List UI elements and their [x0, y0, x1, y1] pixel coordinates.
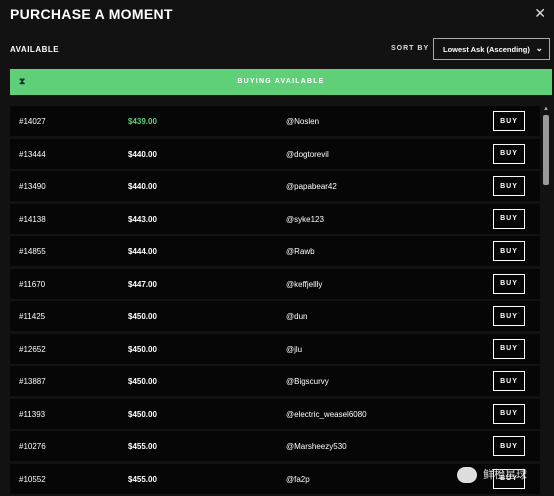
serial-number: #11425 [19, 312, 46, 321]
table-row: #12652 $450.00 @jlu BUY [10, 333, 540, 364]
serial-number: #13887 [19, 377, 46, 386]
username[interactable]: @dun [286, 312, 307, 321]
sort-select-value: Lowest Ask (Ascending) [443, 45, 530, 54]
sort-by-label: SORT BY [391, 45, 430, 52]
table-row: #14138 $443.00 @syke123 BUY [10, 203, 540, 234]
serial-number: #10552 [19, 474, 46, 484]
buy-button[interactable]: BUY [493, 273, 525, 294]
price: $450.00 [128, 377, 157, 386]
username[interactable]: @fa2p [286, 475, 310, 484]
available-label: AVAILABLE [10, 45, 60, 54]
buy-button[interactable]: BUY [493, 111, 525, 131]
price: $450.00 [128, 344, 157, 354]
price: $444.00 [128, 247, 157, 256]
price: $455.00 [128, 442, 157, 451]
chevron-down-icon: ⌄ [535, 43, 543, 53]
buy-button[interactable]: BUY [493, 436, 525, 456]
price: $450.00 [128, 312, 157, 321]
scroll-up-icon[interactable]: ▲ [543, 106, 549, 112]
buying-available-banner: ⧗ BUYING AVAILABLE [10, 69, 552, 95]
table-row: #13444 $440.00 @dogtorevil BUY [10, 138, 540, 169]
sort-select[interactable]: Lowest Ask (Ascending) ⌄ [433, 38, 550, 60]
watermark: 鲜橙星球 [457, 466, 528, 484]
buy-button[interactable]: BUY [493, 208, 525, 229]
scrollbar[interactable]: ▲ [542, 106, 550, 496]
serial-number: #13444 [19, 149, 46, 159]
price: $450.00 [128, 409, 157, 419]
buy-button[interactable]: BUY [493, 371, 525, 391]
username[interactable]: @dogtorevil [286, 150, 329, 159]
buy-button[interactable]: BUY [493, 306, 525, 326]
listing-list: #14027 $439.00 @Noslen BUY #13444 $440.00 @dog… [10, 106, 540, 496]
serial-number: #11393 [19, 409, 46, 419]
buy-button[interactable]: BUY [493, 403, 525, 424]
username[interactable]: @Marsheezy530 [286, 442, 347, 451]
wechat-icon [457, 467, 477, 484]
username[interactable]: @Noslen [286, 117, 319, 126]
buy-button[interactable]: BUY [493, 176, 525, 196]
table-row: #10276 $455.00 @Marsheezy530 BUY [10, 431, 540, 461]
serial-number: #12652 [19, 344, 46, 354]
username[interactable]: @Rawb [286, 247, 315, 256]
table-row: #14027 $439.00 @Noslen BUY [10, 106, 540, 136]
serial-number: #13490 [19, 182, 46, 191]
table-row: #11425 $450.00 @dun BUY [10, 301, 540, 331]
buy-button[interactable]: BUY [493, 143, 525, 164]
close-icon[interactable]: ✕ [534, 5, 546, 22]
hourglass-icon: ⧗ [19, 76, 27, 86]
table-row: #13490 $440.00 @papabear42 BUY [10, 171, 540, 201]
table-row: #11670 $447.00 @keffjellly BUY [10, 268, 540, 299]
username[interactable]: @electric_weasel6080 [286, 410, 367, 419]
price: $440.00 [128, 149, 157, 159]
username[interactable]: @Bigscurvy [286, 377, 329, 386]
table-row: #13887 $450.00 @Bigscurvy BUY [10, 366, 540, 396]
price: $447.00 [128, 279, 157, 289]
serial-number: #11670 [19, 279, 46, 289]
watermark-text: 鲜橙星球 [483, 469, 528, 481]
username[interactable]: @papabear42 [286, 182, 337, 191]
username[interactable]: @jlu [286, 345, 302, 354]
buy-button[interactable]: BUY [493, 241, 525, 261]
serial-number: #14027 [19, 117, 46, 126]
serial-number: #14138 [19, 214, 46, 224]
table-row: #11393 $450.00 @electric_weasel6080 BUY [10, 398, 540, 429]
price: $443.00 [128, 214, 157, 224]
price: $439.00 [128, 117, 157, 126]
price: $440.00 [128, 182, 157, 191]
scrollbar-thumb[interactable] [543, 115, 549, 185]
banner-text: BUYING AVAILABLE [237, 78, 325, 85]
modal-title: PURCHASE A MOMENT [10, 6, 173, 22]
username[interactable]: @keffjellly [286, 280, 322, 289]
price: $455.00 [128, 474, 157, 484]
table-row: #14855 $444.00 @Rawb BUY [10, 236, 540, 266]
serial-number: #10276 [19, 442, 46, 451]
buy-button[interactable]: BUY [493, 338, 525, 359]
serial-number: #14855 [19, 247, 46, 256]
username[interactable]: @syke123 [286, 215, 324, 224]
